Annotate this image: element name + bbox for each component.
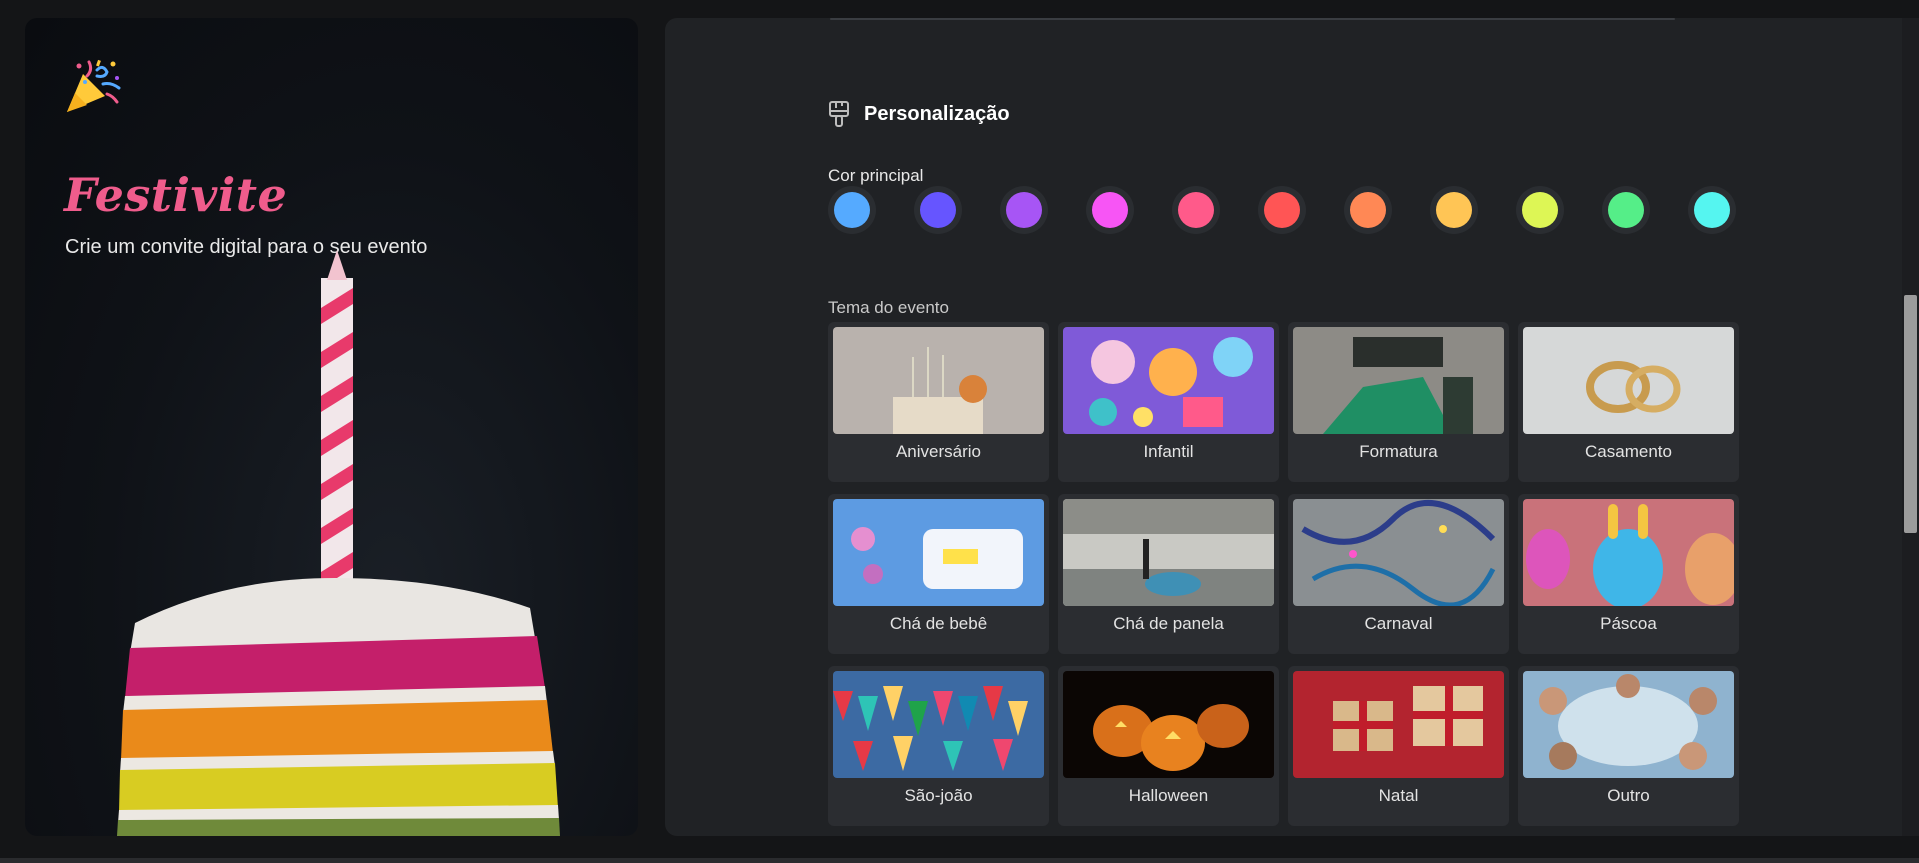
- color-swatch[interactable]: [914, 186, 962, 234]
- theme-label: Outro: [1607, 786, 1650, 805]
- color-dot: [1694, 192, 1730, 228]
- divider: [830, 18, 1675, 20]
- color-swatch[interactable]: [1000, 186, 1048, 234]
- color-swatch[interactable]: [1086, 186, 1134, 234]
- hero-panel: Festivite Crie um convite digital para o…: [25, 18, 638, 836]
- theme-label: Aniversário: [895, 442, 982, 461]
- form-panel: Personalização Cor principal Tema do eve…: [665, 18, 1902, 836]
- theme-label: Formatura: [1359, 442, 1438, 461]
- color-dot: [1608, 192, 1644, 228]
- party-popper-icon: [67, 59, 121, 112]
- color-dot: [1092, 192, 1128, 228]
- theme-card[interactable]: Aniversário: [828, 322, 1049, 482]
- theme-image: [1063, 499, 1274, 606]
- personalization-header: Personalização: [828, 100, 1010, 128]
- color-dot: [1522, 192, 1558, 228]
- theme-card[interactable]: Natal: [1288, 666, 1509, 826]
- theme-label: São-joão: [904, 786, 973, 805]
- scrollbar-thumb[interactable]: [1904, 295, 1917, 533]
- theme-image: [1523, 499, 1734, 606]
- color-label: Cor principal: [828, 166, 924, 185]
- color-dot: [834, 192, 870, 228]
- color-swatch[interactable]: [1602, 186, 1650, 234]
- theme-image: [833, 671, 1044, 778]
- theme-label: Natal: [1378, 786, 1419, 805]
- theme-image: [1293, 327, 1504, 434]
- color-swatch[interactable]: [1258, 186, 1306, 234]
- theme-image: [1523, 671, 1734, 778]
- theme-label: Halloween: [1128, 786, 1209, 805]
- section-title: Personalização: [864, 102, 1010, 125]
- theme-card[interactable]: Infantil: [1058, 322, 1279, 482]
- bottom-edge: [0, 858, 1919, 863]
- theme-label: Carnaval: [1364, 614, 1433, 633]
- theme-image: [833, 499, 1044, 606]
- theme-image: [1523, 327, 1734, 434]
- brand-title: Festivite: [64, 168, 288, 222]
- color-dot: [1436, 192, 1472, 228]
- theme-card[interactable]: Outro: [1518, 666, 1739, 826]
- theme-image: [833, 327, 1044, 434]
- color-dot: [1006, 192, 1042, 228]
- color-swatch[interactable]: [1516, 186, 1564, 234]
- theme-card[interactable]: Chá de bebê: [828, 494, 1049, 654]
- color-picker: [828, 186, 1736, 234]
- color-dot: [1264, 192, 1300, 228]
- color-dot: [1178, 192, 1214, 228]
- theme-card[interactable]: Páscoa: [1518, 494, 1739, 654]
- theme-card[interactable]: São-joão: [828, 666, 1049, 826]
- color-swatch[interactable]: [1344, 186, 1392, 234]
- color-dot: [920, 192, 956, 228]
- theme-label: Páscoa: [1600, 614, 1657, 633]
- color-swatch[interactable]: [1430, 186, 1478, 234]
- theme-image: [1293, 499, 1504, 606]
- theme-label: Casamento: [1585, 442, 1672, 461]
- paint-brush-icon: [829, 101, 849, 127]
- color-dot: [1350, 192, 1386, 228]
- theme-label: Infantil: [1143, 442, 1194, 461]
- theme-card[interactable]: Formatura: [1288, 322, 1509, 482]
- theme-grid: Aniversário Infantil Formatura Casamento Chá…: [828, 322, 1742, 826]
- theme-label: Tema do evento: [828, 298, 949, 317]
- theme-card[interactable]: Carnaval: [1288, 494, 1509, 654]
- theme-card[interactable]: Casamento: [1518, 322, 1739, 482]
- theme-card[interactable]: Chá de panela: [1058, 494, 1279, 654]
- color-swatch[interactable]: [1688, 186, 1736, 234]
- theme-image: [1293, 671, 1504, 778]
- cake-slice-image: [117, 250, 560, 836]
- theme-image: [1063, 327, 1274, 434]
- theme-card[interactable]: Halloween: [1058, 666, 1279, 826]
- color-swatch[interactable]: [828, 186, 876, 234]
- color-swatch[interactable]: [1172, 186, 1220, 234]
- theme-image: [1063, 671, 1274, 778]
- theme-label: Chá de panela: [1113, 614, 1224, 633]
- theme-label: Chá de bebê: [889, 614, 988, 633]
